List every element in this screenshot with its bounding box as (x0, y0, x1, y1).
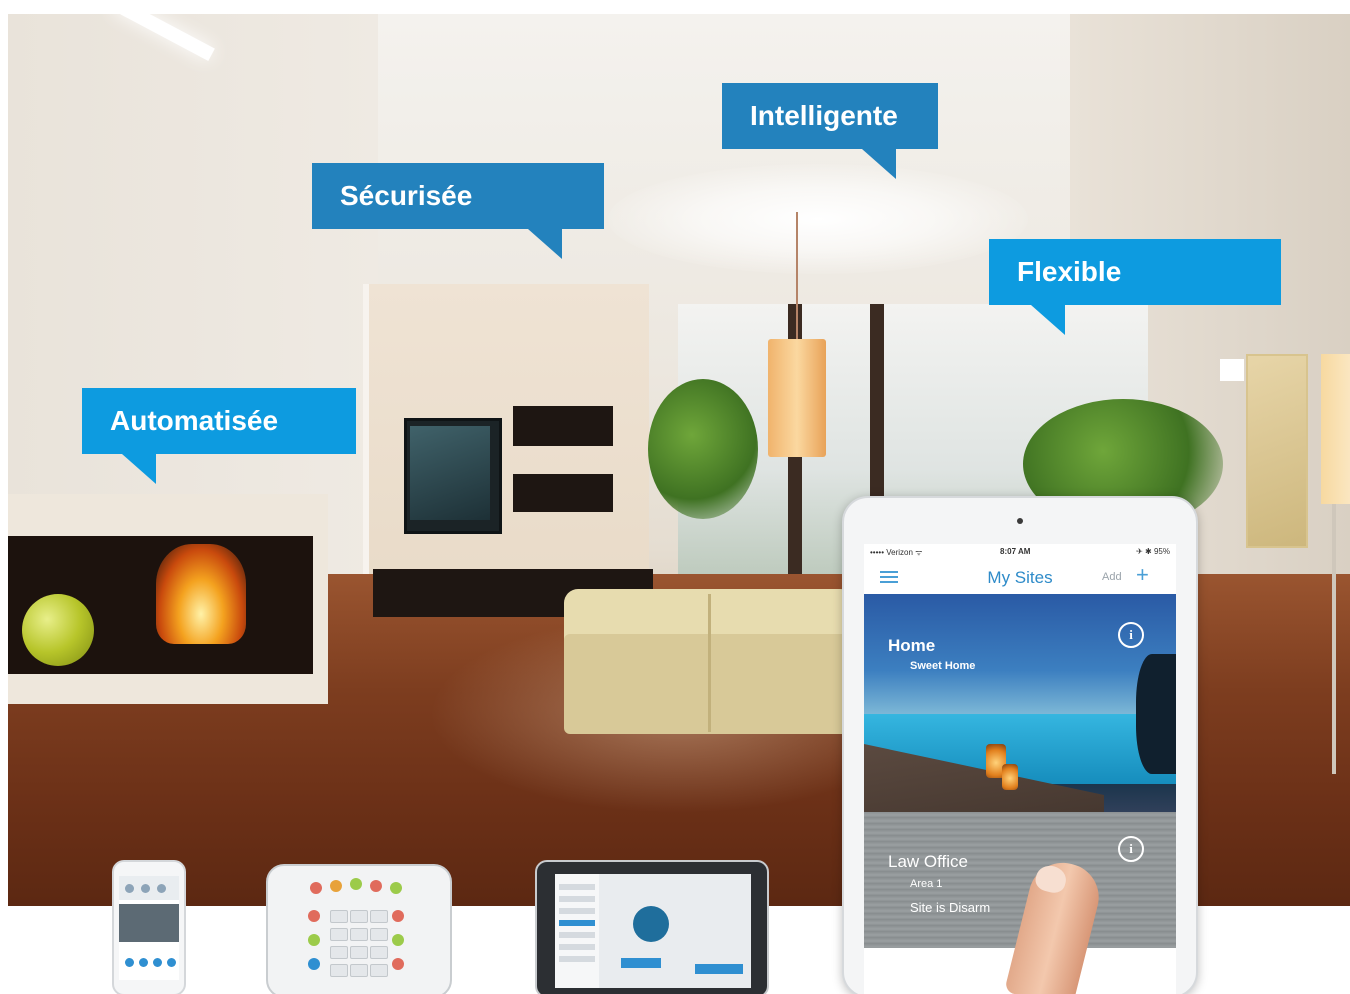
touch-panel-screen (555, 874, 751, 988)
lantern-image (1002, 764, 1018, 790)
info-icon[interactable]: i (1118, 836, 1144, 862)
wall-painting (1246, 354, 1308, 548)
callout-tail (528, 229, 562, 259)
callout-tail (122, 454, 156, 484)
site-subtitle: Sweet Home (910, 660, 976, 672)
site-card-home[interactable]: Home Sweet Home i (864, 594, 1176, 864)
keypad-key (350, 928, 368, 941)
keypad-key (330, 910, 348, 923)
touch-panel-button (695, 964, 743, 974)
hero-banner: Intelligente Sécurisée Flexible Automati… (0, 0, 1350, 994)
keypad-function-button (392, 910, 404, 922)
tablet-device: ••••• Verizon ᯤ 8:07 AM ✈ ✱ 95% My Sites… (842, 496, 1198, 994)
keypad-status-light (350, 878, 362, 890)
phone-screen (119, 876, 179, 980)
plus-icon[interactable]: + (1136, 562, 1149, 588)
sidebar-row (559, 944, 595, 950)
touch-panel-dial (633, 906, 669, 942)
keypad-function-button (308, 910, 320, 922)
site-status: Site is Disarm (910, 900, 991, 915)
clock: 8:07 AM (1000, 547, 1031, 556)
action-dot (139, 958, 148, 967)
wall-shelf (513, 406, 613, 446)
action-dot (125, 958, 134, 967)
camera-icon (1017, 518, 1023, 524)
sofa-seam (708, 594, 711, 732)
touch-panel-thumbnail (535, 860, 769, 994)
keypad-function-button (308, 934, 320, 946)
callout-label: Sécurisée (340, 180, 473, 211)
callout-tail (862, 149, 896, 179)
keypad-key (370, 910, 388, 923)
site-name: Law Office (888, 852, 969, 871)
carrier-label: ••••• Verizon ᯤ (870, 548, 923, 557)
keypad-key (330, 946, 348, 959)
action-dot (153, 958, 162, 967)
status-bar: ••••• Verizon ᯤ 8:07 AM ✈ ✱ 95% (864, 544, 1176, 560)
status-dot (157, 884, 166, 893)
sidebar-row (559, 896, 595, 902)
touch-panel-sidebar (555, 874, 599, 988)
keypad-key (350, 946, 368, 959)
sidebar-row (559, 932, 595, 938)
status-dot (141, 884, 150, 893)
keypad-key (370, 946, 388, 959)
keypad-function-button (392, 958, 404, 970)
wall-shelf (513, 474, 613, 512)
callout-intelligente: Intelligente (722, 83, 938, 179)
smartphone-thumbnail (112, 860, 186, 994)
wall-sconce (1220, 359, 1244, 381)
tv-screen (410, 426, 490, 520)
sidebar-row (559, 956, 595, 962)
keypad-key (370, 928, 388, 941)
keypad-status-light (330, 880, 342, 892)
pendant-cord (796, 212, 798, 342)
fire-flames (156, 544, 246, 644)
callout-label: Flexible (1017, 256, 1122, 287)
battery-indicator: ✈ ✱ 95% (1136, 547, 1170, 556)
action-dot (167, 958, 176, 967)
info-icon[interactable]: i (1118, 622, 1144, 648)
touch-panel-button (621, 958, 661, 968)
app-header: My Sites Add + (864, 560, 1176, 594)
site-name: Home (888, 636, 936, 655)
site-subtitle: Area 1 (910, 878, 943, 890)
sidebar-row (559, 908, 595, 914)
callout-securisee: Sécurisée (312, 163, 604, 259)
pendant-lamp (768, 339, 826, 457)
floor-lamp-pole (1332, 504, 1336, 774)
green-vase (22, 594, 94, 666)
callout-automatisee: Automatisée (82, 388, 356, 484)
add-button[interactable]: Add (1102, 571, 1122, 583)
tablet-screen: ••••• Verizon ᯤ 8:07 AM ✈ ✱ 95% My Sites… (864, 544, 1176, 994)
floor-lamp-shade (1321, 354, 1350, 504)
page-title: My Sites (987, 568, 1053, 587)
status-dot (125, 884, 134, 893)
callout-flexible: Flexible (989, 239, 1281, 335)
sidebar-row-selected (559, 920, 595, 926)
sidebar-row (559, 884, 595, 890)
keypad-key (330, 928, 348, 941)
keypad-status-light (370, 880, 382, 892)
keypad-key (370, 964, 388, 977)
ceiling-light-glow (608, 164, 1028, 274)
keypad-status-light (390, 882, 402, 894)
callout-label: Intelligente (750, 100, 898, 131)
callout-label: Automatisée (110, 405, 279, 436)
keypad-thumbnail (266, 864, 452, 994)
indoor-plant (648, 379, 758, 519)
callout-tail (1031, 305, 1065, 335)
palm-silhouette (1136, 654, 1176, 774)
keypad-key (330, 964, 348, 977)
keypad-status-light (310, 882, 322, 894)
keypad-key (350, 910, 368, 923)
phone-image (119, 904, 179, 942)
keypad-key (350, 964, 368, 977)
keypad-function-button (392, 934, 404, 946)
keypad-function-button (308, 958, 320, 970)
